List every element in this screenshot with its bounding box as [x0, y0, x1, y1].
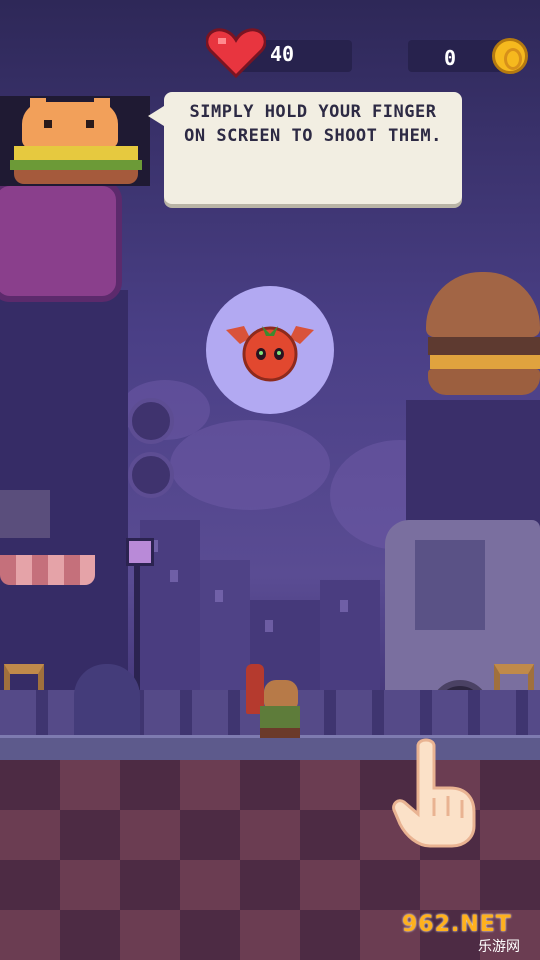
window-light	[170, 570, 178, 582]
coin-icon	[492, 38, 528, 74]
street-lamp-head	[126, 538, 154, 566]
heart-sign-icon	[128, 452, 174, 498]
tutorial-message: SIMPLY HOLD YOUR FINGER ON SCREEN TO SHO…	[184, 102, 442, 146]
tutorial-mascot	[0, 96, 150, 186]
window-light	[340, 600, 348, 612]
player-character	[238, 664, 302, 738]
tutorial-speech-bubble: SIMPLY HOLD YOUR FINGER ON SCREEN TO SHO…	[148, 92, 462, 204]
cloud	[170, 420, 330, 510]
window-light	[265, 620, 273, 632]
tomato-bat-icon	[226, 326, 314, 382]
game-scene[interactable]: SIMPLY HOLD YOUR FINGER ON SCREEN TO SHO…	[0, 0, 540, 960]
pointing-hand-icon	[390, 736, 480, 848]
watermark-subtext: 乐游网	[478, 939, 520, 955]
coin-value: 0	[444, 46, 457, 70]
burger-sign	[426, 272, 540, 397]
watermark-logo: 962.NET	[402, 912, 512, 937]
donut-sign	[0, 180, 122, 302]
shop-sign-board	[0, 490, 50, 538]
shop-awning	[0, 555, 95, 585]
window-light	[215, 590, 223, 602]
health-value: 40	[270, 42, 295, 66]
enemy-tomato-bat[interactable]	[226, 316, 314, 384]
heart-sign-icon	[128, 398, 174, 444]
arched-gate	[74, 664, 140, 736]
heart-icon	[205, 28, 267, 79]
watermark: 962.NET 乐游网	[402, 912, 534, 956]
